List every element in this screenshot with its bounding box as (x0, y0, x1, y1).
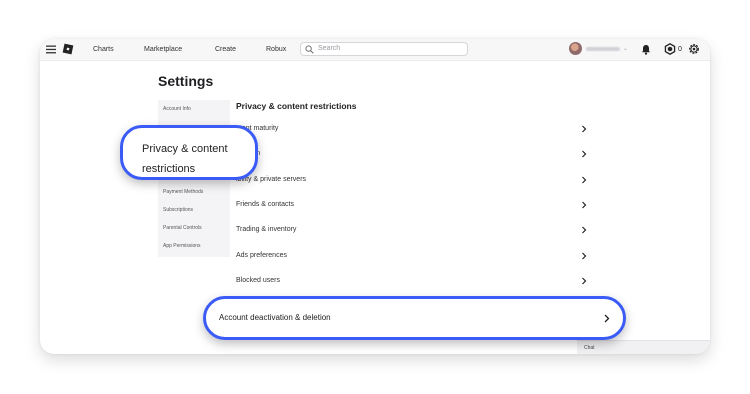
sidenav-item-account-info[interactable]: Account Info (163, 106, 191, 113)
row-label: Ads preferences (236, 252, 287, 259)
bell-icon[interactable] (641, 44, 651, 55)
robux-count: 0 (678, 46, 682, 53)
top-navigation-bar: Charts Marketplace Create Robux Search ⌄… (40, 39, 710, 61)
nav-robux[interactable]: Robux (266, 39, 286, 60)
avatar[interactable] (569, 42, 582, 55)
callout-label: Account deactivation & deletion (219, 313, 331, 322)
page-title: Settings (158, 73, 214, 89)
section-title: Privacy & content restrictions (236, 101, 357, 111)
chevron-right-icon (582, 252, 587, 260)
username-blurred (586, 47, 620, 51)
nav-create[interactable]: Create (215, 39, 236, 60)
chevron-right-icon (582, 125, 587, 133)
chevron-right-icon (582, 201, 587, 209)
chat-label: Chat (584, 345, 595, 351)
settings-row-ads-preferences[interactable]: Ads preferences (236, 249, 588, 263)
settings-row-blocked-users[interactable]: Blocked users (236, 274, 588, 288)
sidenav-item-subscriptions[interactable]: Subscriptions (163, 207, 193, 214)
nav-charts[interactable]: Charts (93, 39, 114, 60)
privacy-restrictions-callout[interactable]: Privacy & content restrictions (120, 125, 258, 180)
robux-icon[interactable] (664, 43, 676, 55)
sidenav-item-parental-controls[interactable]: Parental Controls (163, 225, 202, 232)
chevron-right-icon (604, 314, 610, 323)
settings-row-content-maturity[interactable]: ntent maturity (236, 122, 588, 136)
chevron-down-icon[interactable]: ⌄ (623, 44, 628, 54)
sidenav-item-app-permissions[interactable]: App Permissions (163, 243, 201, 250)
callout-label: Privacy & content restrictions (142, 143, 228, 175)
search-icon (305, 45, 314, 54)
nav-marketplace[interactable]: Marketplace (144, 39, 182, 60)
row-label: Trading & inventory (236, 226, 297, 233)
sidenav-item-payment-methods[interactable]: Payment Methods (163, 189, 203, 196)
search-placeholder: Search (318, 45, 341, 52)
settings-row-visibility[interactable]: ibility & private servers (236, 173, 588, 187)
account-deactivation-callout[interactable]: Account deactivation & deletion (203, 296, 626, 340)
chat-bar[interactable]: Chat (577, 340, 710, 354)
roblox-logo[interactable] (62, 43, 74, 55)
settings-row-trading-inventory[interactable]: Trading & inventory (236, 223, 588, 237)
menu-icon[interactable] (46, 45, 56, 54)
row-label: Friends & contacts (236, 201, 294, 208)
chevron-right-icon (582, 226, 587, 234)
chevron-right-icon (582, 150, 587, 158)
search-input[interactable]: Search (300, 42, 468, 56)
chevron-right-icon (582, 176, 587, 184)
chevron-right-icon (582, 277, 587, 285)
row-label: Blocked users (236, 277, 280, 284)
settings-row-communication[interactable]: nication (236, 147, 588, 161)
settings-row-friends-contacts[interactable]: Friends & contacts (236, 198, 588, 212)
gear-icon[interactable] (688, 43, 700, 55)
